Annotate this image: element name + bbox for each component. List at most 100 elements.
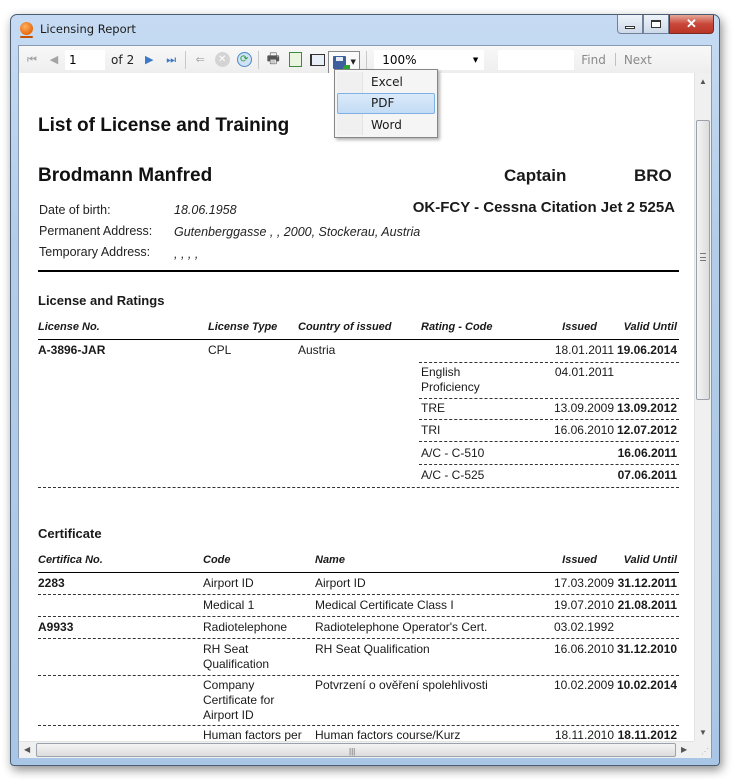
scroll-up-icon[interactable]: ▲ <box>699 77 707 86</box>
col-valid-until: Valid Until <box>623 321 677 333</box>
person-rank: Captain <box>504 166 567 185</box>
rating-valid-until: 19.06.2014 <box>616 343 677 357</box>
license-type: CPL <box>208 343 232 357</box>
row-divider <box>419 441 679 442</box>
scroll-down-icon[interactable]: ▼ <box>699 728 707 737</box>
permanent-address-value: Gutenberggasse , , 2000, Stockerau, Aust… <box>174 225 421 239</box>
cert-no: A9933 <box>38 620 74 634</box>
license-country: Austria <box>298 343 336 357</box>
close-button[interactable]: ✕ <box>669 15 714 34</box>
cert-issued: 03.02.1992 <box>553 620 614 634</box>
find-next-button[interactable]: Next <box>624 53 652 67</box>
header-divider <box>38 270 679 272</box>
page-setup-button[interactable] <box>308 51 326 69</box>
window-title: Licensing Report <box>40 22 136 36</box>
resize-grip-icon[interactable]: ⋰ <box>694 741 711 758</box>
row-divider <box>38 725 679 726</box>
certificates-section-title: Certificate <box>38 526 102 541</box>
refresh-button[interactable]: ⟳ <box>235 51 253 69</box>
toolbar-separator <box>366 50 368 69</box>
stop-icon: ✕ <box>214 52 230 67</box>
cert-name: Airport ID <box>315 576 366 590</box>
rating-issued: 18.01.2011 <box>554 343 614 357</box>
col-rating-code: Rating - Code <box>421 321 493 333</box>
minimize-icon <box>625 25 635 29</box>
page-count-label: of 2 <box>111 53 134 67</box>
cert-valid-until: 31.12.2011 <box>617 576 677 590</box>
print-button[interactable]: 🖶 <box>264 51 282 69</box>
horizontal-scrollbar[interactable]: ◀ ||| ▶ <box>19 741 694 758</box>
current-page-input[interactable] <box>65 49 105 70</box>
col-country: Country of issued <box>298 321 392 333</box>
table-header-rule <box>38 339 679 340</box>
rating-valid-until: 12.07.2012 <box>616 423 677 437</box>
last-page-button[interactable]: ⏭ <box>162 51 180 69</box>
scroll-right-icon[interactable]: ▶ <box>681 745 687 754</box>
horizontal-scroll-thumb[interactable]: ||| <box>36 743 676 757</box>
maximize-icon <box>651 20 661 28</box>
aircraft-label: OK-FCY - Cessna Citation Jet 2 525A <box>412 199 675 216</box>
vertical-scrollbar[interactable]: ▲ ▼ <box>694 73 711 741</box>
rating-code: TRI <box>421 423 441 437</box>
rating-valid-until: 16.06.2011 <box>617 446 677 460</box>
minimize-button[interactable] <box>617 15 643 34</box>
temporary-address-value: , , , , <box>174 247 199 261</box>
back-button[interactable]: ⇐ <box>191 51 209 69</box>
cert-name: Potvrzení o ověření spolehlivosti <box>315 678 488 692</box>
cert-code: Human factors per Part 145 <box>203 728 302 741</box>
zoom-select[interactable]: 100% ▼ <box>374 49 485 70</box>
stop-button[interactable]: ✕ <box>213 51 231 69</box>
title-bar[interactable]: Licensing Report ✕ <box>11 15 719 45</box>
export-pdf-item[interactable]: PDF <box>337 93 435 114</box>
next-page-button[interactable]: ▶ <box>140 51 158 69</box>
page-layout-icon <box>288 52 302 67</box>
report-title: List of License and Training <box>38 115 290 136</box>
person-code: BRO <box>634 166 672 185</box>
row-divider <box>38 638 679 639</box>
license-group-divider <box>38 487 679 488</box>
toolbar-separator <box>258 50 260 69</box>
maximize-button[interactable] <box>643 15 669 34</box>
print-layout-button[interactable] <box>286 51 304 69</box>
row-divider <box>38 675 679 676</box>
chevron-down-icon: ▼ <box>350 58 356 66</box>
row-divider <box>419 362 679 363</box>
export-excel-item[interactable]: Excel <box>337 72 435 93</box>
first-page-button[interactable]: ⏮ <box>23 51 41 69</box>
dob-value: 18.06.1958 <box>174 203 237 217</box>
col-license-no: License No. <box>38 321 100 333</box>
cert-code: Company Certificate for Airport ID <box>203 678 275 722</box>
cert-issued: 16.06.2010 <box>553 642 614 656</box>
cert-code: Airport ID <box>203 576 254 590</box>
col-cert-issued: Issued <box>562 554 597 566</box>
col-name: Name <box>315 554 345 566</box>
row-divider <box>419 398 679 399</box>
toolbar-separator <box>185 50 187 69</box>
cert-name: Radiotelephone Operator's Cert. <box>315 620 488 634</box>
row-divider <box>38 616 679 617</box>
licenses-section-title: License and Ratings <box>38 293 165 308</box>
report-viewer: ⏮ ◀ of2 ▶ ⏭ ⇐ ✕ ⟳ 🖶 ▼ 100% ▼ Find <box>18 45 712 758</box>
grip-icon <box>700 253 706 261</box>
vertical-scroll-thumb[interactable] <box>696 120 710 400</box>
rating-valid-until: 13.09.2012 <box>616 401 677 415</box>
total-pages: 2 <box>126 52 135 67</box>
window-controls: ✕ <box>617 15 714 35</box>
cert-issued: 17.03.2009 <box>553 576 614 590</box>
find-button[interactable]: Find <box>581 53 606 67</box>
permanent-address-label: Permanent Address: <box>39 224 153 238</box>
rating-code: English Proficiency <box>421 365 480 394</box>
row-divider <box>419 464 679 465</box>
cert-name: Human factors course/Kurz lidskych cinit… <box>315 728 461 741</box>
col-code: Code <box>203 554 231 566</box>
export-word-item[interactable]: Word <box>337 115 435 136</box>
refresh-icon: ⟳ <box>236 52 252 67</box>
cert-code: Medical 1 <box>203 598 255 612</box>
previous-page-button[interactable]: ◀ <box>45 51 63 69</box>
license-no: A-3896-JAR <box>38 343 106 357</box>
cert-issued: 19.07.2010 <box>553 598 614 612</box>
find-input[interactable] <box>498 49 575 70</box>
toolbar-separator <box>614 53 616 66</box>
save-icon <box>332 55 350 72</box>
scroll-left-icon[interactable]: ◀ <box>24 745 30 754</box>
